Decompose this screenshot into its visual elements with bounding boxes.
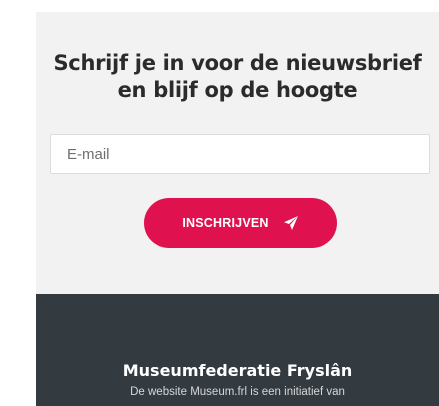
newsletter-title: Schrijf je in voor de nieuwsbrief en bli…: [36, 50, 439, 104]
footer-text: De website Museum.frl is een initiatief …: [130, 386, 345, 398]
page: Schrijf je in voor de nieuwsbrief en bli…: [0, 0, 439, 406]
paper-plane-icon: [283, 215, 299, 231]
newsletter-title-line-1: Schrijf je in voor de nieuwsbrief: [53, 51, 422, 75]
newsletter-title-line-2: en blijf op de hoogte: [117, 78, 358, 102]
newsletter-section: Schrijf je in voor de nieuwsbrief en bli…: [36, 12, 439, 294]
email-input[interactable]: [50, 134, 430, 174]
subscribe-button[interactable]: INSCHRIJVEN: [144, 198, 337, 248]
subscribe-button-label: INSCHRIJVEN: [182, 216, 269, 230]
footer: Museumfederatie Fryslân De website Museu…: [36, 294, 439, 406]
footer-title: Museumfederatie Fryslân: [122, 361, 353, 380]
